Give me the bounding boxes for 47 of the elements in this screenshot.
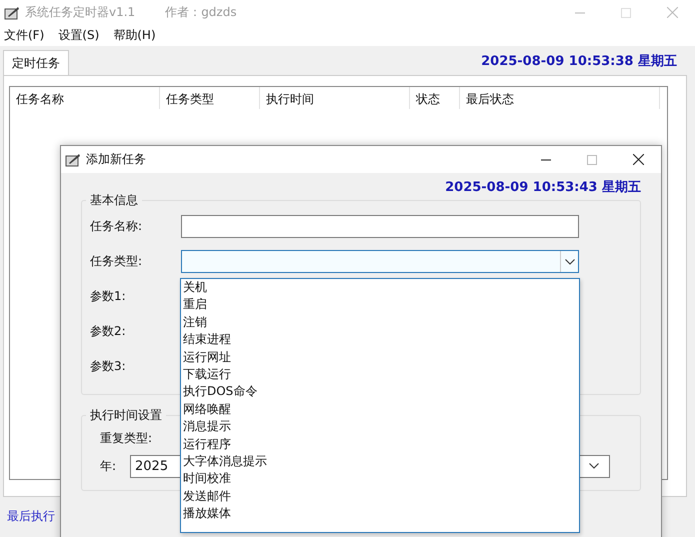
clock-label: 2025-08-09 10:53:38 星期五 [481, 52, 677, 70]
dialog-title: 添加新任务 [86, 151, 146, 168]
dropdown-option[interactable]: 结束进程 [183, 331, 577, 349]
close-icon [666, 7, 678, 18]
menu-item[interactable]: 设置(S) [54, 27, 104, 44]
input-field[interactable] [181, 215, 579, 238]
window-title: 系统任务定时器v1.1 [25, 4, 136, 21]
dropdown-option[interactable]: 时间校准 [183, 470, 577, 488]
dropdown-option[interactable]: 关机 [183, 279, 577, 296]
field-label: 年: [100, 458, 118, 474]
field-label: 参数1: [90, 288, 127, 305]
maximize-icon [621, 8, 631, 18]
maximize-icon [587, 154, 597, 164]
column-header[interactable]: 最后状态 [460, 87, 660, 109]
dropdown-option[interactable]: 注销 [183, 314, 577, 332]
column-header[interactable]: 执行时间 [260, 87, 410, 109]
field-label: 任务类型: [90, 253, 144, 270]
clock-label: 2025-08-09 10:53:43 星期五 [445, 178, 641, 196]
chevron-down-icon [564, 258, 574, 264]
dropdown-option[interactable]: 播放媒体 [183, 505, 577, 522]
column-header[interactable]: 任务类型 [160, 87, 260, 109]
dropdown-option[interactable]: 运行网址 [183, 348, 577, 366]
column-header[interactable]: 状态 [410, 87, 460, 109]
tab[interactable]: 定时任务 [3, 50, 69, 76]
menu-item[interactable]: 帮助(H) [109, 27, 160, 44]
chevron-down-icon [589, 463, 599, 469]
close-icon [632, 154, 644, 165]
dropdown-option[interactable]: 消息提示 [183, 418, 577, 436]
dropdown-option[interactable]: 执行DOS命令 [183, 383, 577, 401]
pencil-window-icon [65, 152, 81, 168]
dropdown-option[interactable]: 重启 [183, 296, 577, 314]
dropdown-option[interactable]: 网络唤醒 [183, 400, 577, 418]
dropdown-option[interactable]: 运行程序 [183, 436, 577, 453]
dropdown-option[interactable]: 大字体消息提示 [183, 452, 577, 470]
field-label: 参数2: [90, 323, 127, 340]
field-label: 重复类型: [100, 430, 152, 446]
dropdown-option[interactable]: 下载运行 [183, 366, 577, 384]
group-title: 基本信息 [86, 192, 142, 209]
dropdown-field[interactable] [181, 250, 579, 273]
author-label: 作者：gdzds [165, 4, 237, 21]
field-label: 任务名称: [90, 218, 144, 235]
dropdown-option[interactable]: 发送邮件 [183, 488, 577, 506]
column-header[interactable]: 任务名称 [10, 87, 160, 109]
pencil-window-icon [4, 4, 20, 20]
menu-item[interactable]: 文件(F) [0, 27, 48, 44]
group-title: 执行时间设置 [86, 407, 166, 424]
field-label: 参数3: [90, 358, 127, 375]
